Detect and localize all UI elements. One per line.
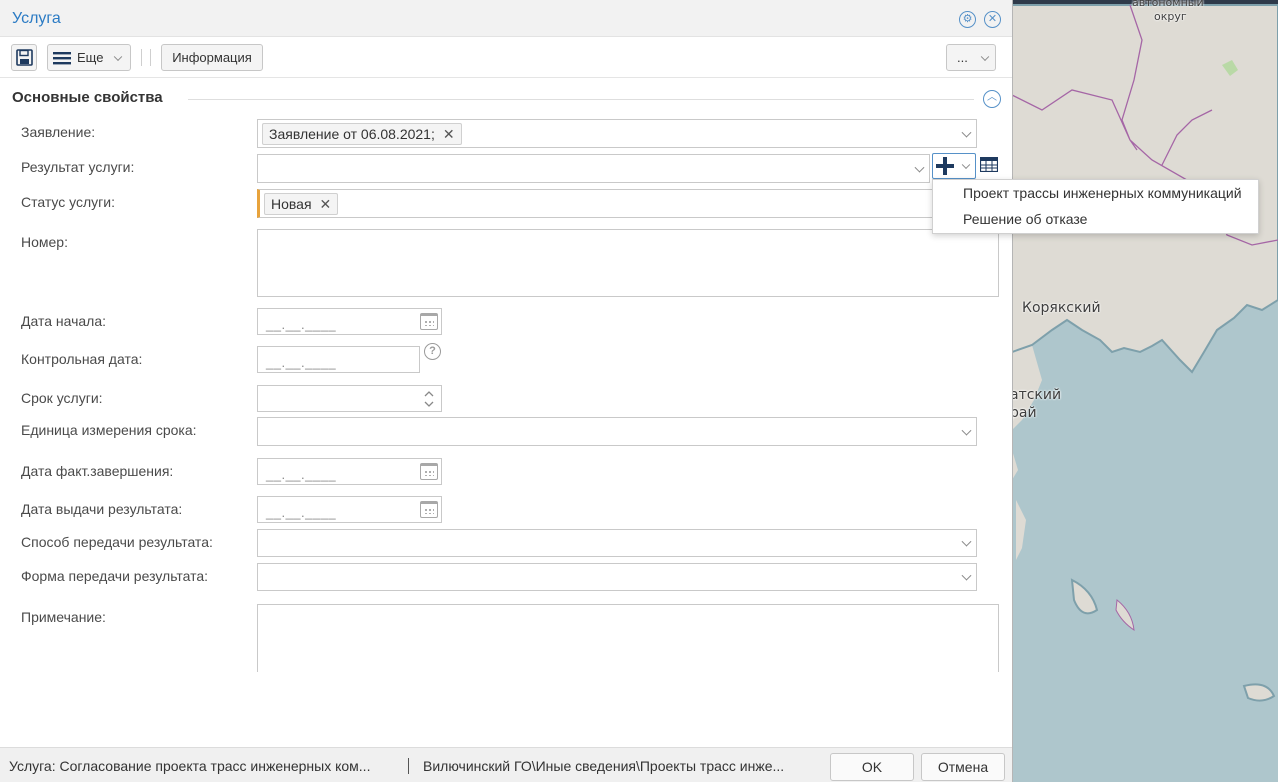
section-title: Основные свойства — [12, 89, 163, 106]
map-label-okrug: округ — [1154, 10, 1187, 23]
chevron-down-icon[interactable] — [961, 536, 972, 547]
chevron-down-icon — [978, 52, 990, 64]
control-date-label: Контрольная дата: — [21, 351, 143, 367]
chevron-down-icon[interactable] — [961, 127, 972, 138]
map-label-kamchatsky: атский — [1012, 387, 1062, 403]
toolbar: Еще Информация ... — [0, 37, 1012, 78]
remove-tag-icon[interactable]: ✕ — [443, 126, 455, 143]
result-label: Результат услуги: — [21, 159, 135, 175]
calendar-icon[interactable] — [420, 313, 438, 330]
toolbar-separator — [150, 49, 151, 66]
remove-tag-icon[interactable]: ✕ — [320, 196, 332, 213]
spinner-icon[interactable] — [424, 389, 434, 409]
application-label: Заявление: — [21, 124, 96, 140]
application-tag-text: Заявление от 06.08.2021; — [269, 126, 435, 142]
more-button[interactable]: Еще — [47, 44, 131, 71]
status-separator — [408, 758, 409, 774]
add-result-button[interactable] — [932, 153, 976, 179]
chevron-down-icon[interactable] — [961, 425, 972, 436]
result-field[interactable] — [257, 154, 930, 183]
map-label-autonomous: автономный — [1132, 0, 1204, 9]
start-date-label: Дата начала: — [21, 313, 107, 329]
close-icon[interactable]: ✕ — [984, 11, 1001, 28]
help-icon[interactable]: ? — [424, 343, 441, 360]
actual-end-date-input[interactable]: __.__.____ — [257, 458, 442, 485]
chevron-down-icon[interactable] — [914, 162, 925, 173]
plus-icon — [936, 157, 954, 175]
cancel-button[interactable]: Отмена — [921, 753, 1005, 781]
ellipsis-menu-button[interactable]: ... — [946, 44, 996, 71]
save-button[interactable] — [11, 44, 37, 71]
transfer-form-select[interactable] — [257, 563, 977, 591]
term-unit-select[interactable] — [257, 417, 977, 446]
status-service-text: Услуга: Согласование проекта трасс инжен… — [9, 758, 371, 774]
map-label-koryaksky: Корякский — [1022, 300, 1101, 316]
calendar-icon[interactable] — [420, 501, 438, 518]
ok-button[interactable]: OK — [830, 753, 914, 781]
number-label: Номер: — [21, 234, 68, 250]
transfer-method-select[interactable] — [257, 529, 977, 557]
number-textarea[interactable] — [257, 229, 999, 297]
title-bar[interactable]: Услуга ⚙ ✕ — [0, 0, 1012, 37]
status-field[interactable]: Новая ✕ — [257, 189, 977, 218]
info-button[interactable]: Информация — [161, 44, 263, 71]
table-icon[interactable] — [980, 157, 998, 172]
chevron-down-icon — [111, 52, 123, 64]
transfer-method-label: Способ передачи результата: — [21, 534, 213, 550]
save-icon — [15, 49, 33, 66]
note-textarea[interactable] — [257, 604, 999, 672]
status-tag-text: Новая — [271, 196, 312, 212]
map-background[interactable]: автономный округ Корякский атский рай — [1012, 0, 1278, 782]
application-tag: Заявление от 06.08.2021; ✕ — [262, 123, 462, 145]
status-tag: Новая ✕ — [264, 193, 339, 215]
issue-date-mask: __.__.____ — [266, 505, 337, 520]
status-path-text: Вилючинский ГО\Иные сведения\Проекты тра… — [423, 758, 785, 774]
control-date-input[interactable]: __.__.____ — [257, 346, 420, 373]
toolbar-separator — [141, 49, 142, 66]
chevron-down-icon[interactable] — [961, 570, 972, 581]
term-unit-label: Единица измерения срока: — [21, 422, 197, 438]
application-field[interactable]: Заявление от 06.08.2021; ✕ — [257, 119, 977, 148]
ellipsis-label: ... — [957, 50, 968, 65]
section-divider — [188, 99, 974, 100]
collapse-icon[interactable]: ︿ — [983, 90, 1001, 108]
transfer-form-label: Форма передачи результата: — [21, 568, 209, 584]
service-dialog: Услуга ⚙ ✕ Еще Информация ... Основные с… — [0, 0, 1013, 782]
more-label: Еще — [77, 50, 104, 65]
term-label: Срок услуги: — [21, 390, 103, 406]
menu-item-refusal-decision[interactable]: Решение об отказе — [963, 211, 1087, 227]
calendar-icon[interactable] — [420, 463, 438, 480]
add-result-dropdown: Проект трассы инженерных коммуникаций Ре… — [932, 179, 1259, 234]
window-title: Услуга — [12, 10, 61, 27]
actual-end-date-label: Дата факт.завершения: — [21, 463, 174, 479]
map-label-krai: рай — [1012, 405, 1037, 421]
menu-icon — [53, 51, 71, 64]
control-date-mask: __.__.____ — [266, 355, 337, 370]
settings-icon[interactable]: ⚙ — [959, 11, 976, 28]
issue-date-input[interactable]: __.__.____ — [257, 496, 442, 523]
chevron-down-icon — [961, 160, 971, 170]
actual-end-date-mask: __.__.____ — [266, 467, 337, 482]
status-bar: Услуга: Согласование проекта трасс инжен… — [0, 747, 1012, 782]
start-date-input[interactable]: __.__.____ — [257, 308, 442, 335]
status-label: Статус услуги: — [21, 194, 115, 210]
start-date-mask: __.__.____ — [266, 317, 337, 332]
term-number-input[interactable] — [257, 385, 442, 412]
issue-date-label: Дата выдачи результата: — [21, 501, 183, 517]
menu-item-utility-route-project[interactable]: Проект трассы инженерных коммуникаций — [963, 185, 1242, 201]
note-label: Примечание: — [21, 609, 106, 625]
